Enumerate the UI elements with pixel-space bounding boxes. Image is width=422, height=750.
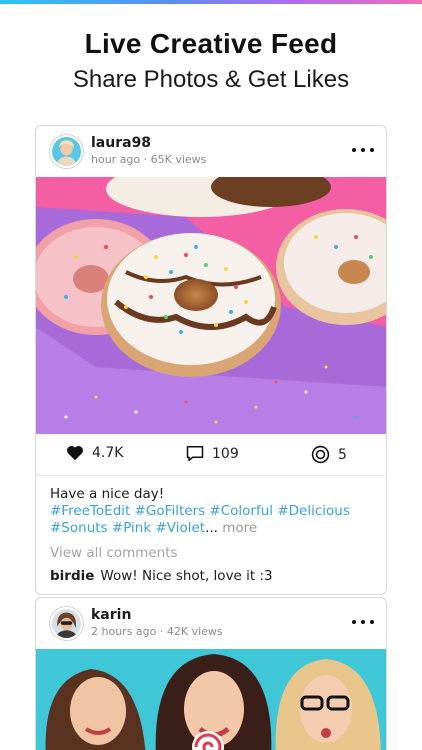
hero-title: Live Creative Feed [84, 28, 338, 59]
hashtag[interactable]: #Pink [112, 520, 151, 536]
repost-count: 5 [338, 446, 347, 463]
post-meta: 2 hours ago · 42K views [91, 625, 223, 638]
comment-count: 109 [212, 445, 239, 462]
hero-subtitle: Share Photos & Get Likes [72, 66, 350, 93]
post-actions-bar: 4.7K 109 5 [36, 434, 386, 476]
heart-icon [67, 445, 83, 461]
repost-button[interactable]: 5 [311, 445, 347, 464]
post-photo-friends[interactable] [36, 649, 386, 750]
username[interactable]: laura98 [91, 135, 151, 151]
top-comment: birdie Wow! Nice shot, love it :3 [36, 561, 386, 584]
hashtag[interactable]: #Colorful [209, 503, 273, 519]
comment-text: Wow! Nice shot, love it :3 [100, 568, 273, 584]
post-meta: hour ago · 65K views [91, 153, 207, 166]
hashtag[interactable]: #Violet [155, 520, 205, 536]
hashtag[interactable]: #Sonuts [50, 520, 108, 536]
hashtag[interactable]: #GoFilters [135, 503, 206, 519]
more-dots-icon[interactable] [352, 615, 374, 629]
avatar[interactable] [50, 135, 83, 168]
like-button[interactable]: 4.7K [66, 445, 123, 461]
comment-icon [186, 446, 204, 461]
hashtags-ellipsis: ... [205, 520, 218, 536]
post-caption: Have a nice day! [50, 486, 165, 502]
post-header: karin 2 hours ago · 42K views [36, 598, 386, 649]
avatar[interactable] [50, 607, 83, 640]
post-photo-donuts[interactable] [36, 177, 386, 434]
hashtags-line-2: #Sonuts #Pink #Violet... more [36, 520, 386, 537]
view-all-comments-link[interactable]: View all comments [36, 537, 386, 561]
comment-button[interactable]: 109 [186, 445, 239, 462]
post-header: laura98 hour ago · 65K views [36, 126, 386, 177]
more-link[interactable]: more [222, 520, 257, 536]
circle-target-icon [311, 445, 330, 464]
username[interactable]: karin [91, 607, 131, 623]
hashtag[interactable]: #Delicious [277, 503, 350, 519]
top-accent-strip [0, 0, 422, 4]
comment-author[interactable]: birdie [50, 568, 94, 584]
post-card: laura98 hour ago · 65K views 4.7K 109 5 … [35, 125, 387, 595]
hashtag[interactable]: #FreeToEdit [50, 503, 130, 519]
hashtags-line-1: #FreeToEdit #GoFilters #Colorful #Delici… [36, 503, 386, 520]
post-card: karin 2 hours ago · 42K views [35, 597, 387, 750]
more-dots-icon[interactable] [352, 143, 374, 157]
like-count: 4.7K [92, 445, 124, 461]
